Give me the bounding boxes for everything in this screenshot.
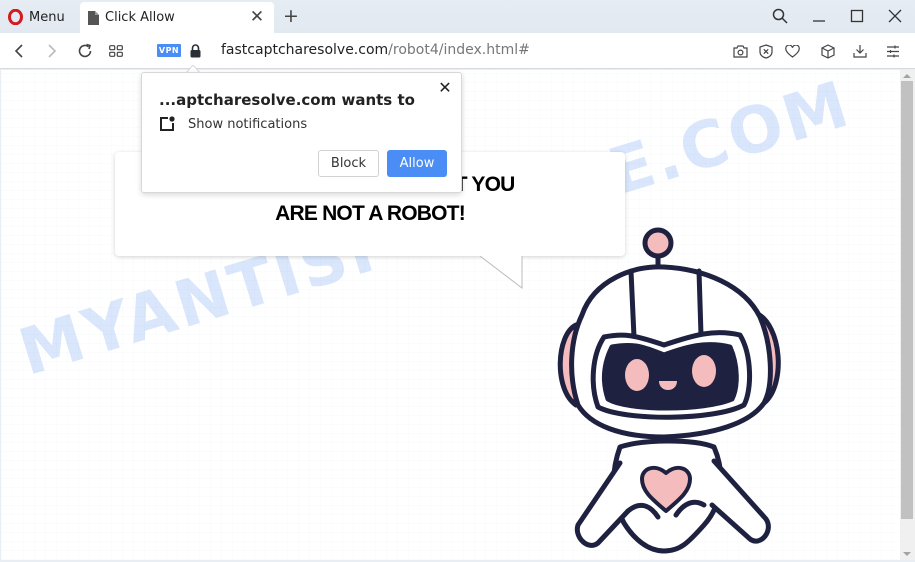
robot-right-arm [709, 458, 771, 544]
tab-close-icon[interactable]: ✕ [248, 7, 266, 27]
document-icon [88, 10, 99, 25]
scroll-up-arrow-icon[interactable] [903, 74, 911, 78]
speed-dial-button[interactable] [105, 40, 127, 62]
opera-menu-button[interactable]: Menu [8, 6, 65, 28]
reload-button[interactable] [74, 40, 96, 62]
message-line-2: ARE NOT A ROBOT! [275, 202, 466, 225]
maximize-icon [850, 9, 864, 23]
navigation-bar: VPN fastcaptcharesolve.com/robot4/index.… [0, 33, 915, 69]
minimize-button[interactable] [807, 5, 831, 27]
vpn-badge[interactable]: VPN [157, 44, 181, 57]
chevron-right-icon [48, 44, 57, 58]
permission-label: Show notifications [188, 116, 308, 132]
extensions-button[interactable] [819, 42, 837, 60]
robot-left-arm [574, 460, 631, 548]
adblock-button[interactable] [757, 42, 775, 60]
download-icon [853, 45, 867, 58]
close-icon [888, 9, 902, 23]
minimize-icon [813, 20, 825, 22]
chevron-left-icon [14, 44, 23, 58]
adblock-shield-icon [759, 43, 773, 59]
url-path: /robot4/index.html# [388, 42, 530, 58]
menu-label: Menu [29, 9, 65, 25]
robot-antenna-ball [642, 227, 674, 259]
popup-title: ...aptcharesolve.com wants to [159, 91, 415, 109]
url-domain: fastcaptcharesolve.com [221, 42, 389, 58]
lock-icon[interactable] [190, 43, 201, 62]
grid-icon [109, 45, 123, 57]
easy-setup-button[interactable] [884, 42, 902, 60]
tab-title: Click Allow [105, 10, 175, 25]
popup-close-icon[interactable]: ✕ [437, 80, 453, 96]
maximize-button[interactable] [845, 5, 869, 27]
cube-icon [821, 43, 835, 59]
search-tabs-button[interactable] [768, 5, 792, 27]
back-button[interactable] [8, 40, 30, 62]
heart-icon [784, 44, 800, 58]
close-window-button[interactable] [883, 5, 907, 27]
downloads-button[interactable] [851, 42, 869, 60]
block-button[interactable]: Block [318, 150, 379, 177]
new-tab-button[interactable]: + [282, 4, 300, 28]
tab-bar: Menu Click Allow ✕ + [0, 0, 915, 33]
search-icon [772, 8, 788, 24]
reload-icon [78, 43, 92, 58]
camera-icon [732, 44, 748, 58]
notification-permission-popup: ...aptcharesolve.com wants to ✕ Show not… [141, 72, 462, 193]
snapshot-button[interactable] [731, 42, 749, 60]
robot-right-eye [692, 355, 716, 387]
permission-row: Show notifications [159, 116, 307, 132]
bookmark-button[interactable] [783, 42, 801, 60]
notification-bell-icon [160, 116, 175, 131]
speech-bubble-tail [479, 256, 523, 290]
robot-illustration [557, 227, 781, 554]
allow-button[interactable]: Allow [387, 150, 447, 177]
forward-button[interactable] [41, 40, 63, 62]
scroll-down-arrow-icon[interactable] [903, 552, 911, 556]
robot-left-eye [625, 359, 649, 391]
robot-face-screen [602, 342, 739, 411]
settings-sliders-icon [887, 45, 899, 57]
address-bar-url[interactable]: fastcaptcharesolve.com/robot4/index.html… [221, 42, 530, 58]
page-scrollbar[interactable] [900, 70, 915, 560]
opera-logo-icon [8, 9, 23, 25]
tab-click-allow[interactable]: Click Allow ✕ [80, 2, 274, 33]
scrollbar-thumb[interactable] [901, 81, 913, 519]
browser-window: Menu Click Allow ✕ + VPN fastcaptchareso… [0, 0, 915, 562]
